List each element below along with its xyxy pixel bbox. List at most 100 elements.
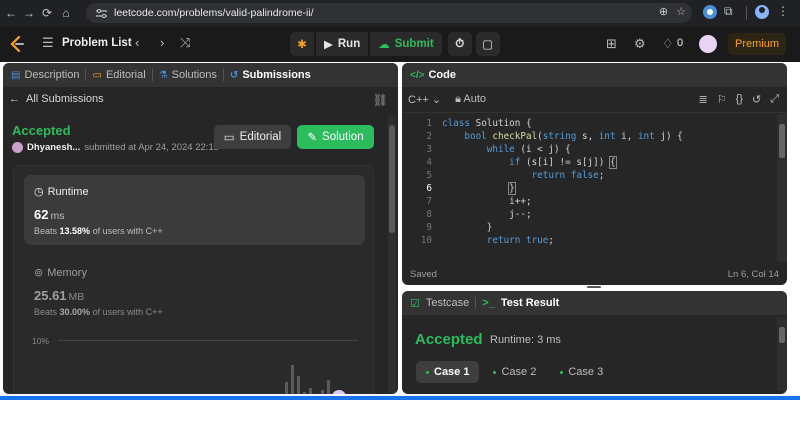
code-line: } — [442, 222, 493, 233]
terminal-icon: >_ — [482, 297, 495, 309]
language-label: C++ — [408, 94, 429, 106]
format-icon[interactable]: ≣ — [699, 93, 708, 106]
profile-avatar-icon[interactable] — [754, 4, 770, 20]
timer-icon[interactable]: ⏱ — [447, 32, 472, 56]
user-avatar[interactable] — [699, 35, 717, 53]
tab-divider — [151, 69, 153, 81]
browser-toolbar: ← → ⟳ ⌂ leetcode.com/problems/valid-pali… — [0, 0, 800, 26]
book-icon: ▭ — [92, 69, 102, 81]
braces-icon[interactable]: {} — [736, 93, 743, 106]
run-button[interactable]: ▶ Run — [316, 32, 369, 56]
language-select[interactable]: C++ ⌄ — [408, 93, 441, 106]
avatar[interactable] — [12, 142, 23, 153]
clock-icon: ◷ — [34, 186, 44, 198]
leetcode-logo-icon[interactable] — [8, 35, 26, 53]
code-line: i++; — [442, 196, 532, 207]
forward-icon[interactable]: → — [20, 4, 38, 22]
line-number: 8 — [426, 209, 432, 220]
share-link-icon[interactable]: ⛓ — [373, 93, 388, 107]
premium-button[interactable]: Premium — [728, 33, 786, 55]
solution-button[interactable]: ✎ Solution — [297, 125, 374, 149]
memory-value: 25.61 MB — [34, 288, 84, 303]
next-problem-icon[interactable]: › — [160, 35, 164, 50]
shuffle-icon[interactable]: ⤨ — [180, 35, 190, 51]
problem-list-link[interactable]: Problem List — [62, 37, 132, 49]
tab-testcase[interactable]: Testcase — [426, 297, 469, 309]
prev-problem-icon[interactable]: ‹ — [135, 35, 139, 50]
code-line: return true; — [486, 235, 554, 246]
histogram-bar — [291, 365, 294, 394]
code-editor[interactable]: 1 2 3 4 5 6 7 8 9 10 class Solution { bool checkP… — [402, 114, 787, 264]
code-line: bool checkPal(string s, int i, int j) { — [464, 131, 683, 142]
editor-status-bar: Saved Ln 6, Col 14 — [402, 264, 787, 285]
checkbox-icon: ☑ — [410, 297, 420, 310]
scrollbar[interactable] — [777, 114, 787, 262]
address-bar[interactable]: leetcode.com/problems/valid-palindrome-i… — [86, 3, 692, 23]
streak-flame-icon[interactable]: ♢ — [662, 36, 674, 52]
scrollbar-thumb[interactable] — [389, 125, 395, 233]
case-label: Case 2 — [501, 366, 537, 378]
code-line: class Solution { — [442, 118, 532, 129]
scrollbar[interactable] — [777, 317, 787, 391]
problem-list-icon[interactable]: ☰ — [42, 36, 56, 50]
home-icon[interactable]: ⌂ — [57, 4, 75, 22]
tab-description[interactable]: ▤ Description — [11, 69, 79, 81]
extension-icon[interactable] — [702, 4, 718, 20]
line-number: 4 — [426, 157, 432, 168]
result-status: Accepted — [415, 331, 483, 348]
runtime-card[interactable]: ◷ Runtime 62 ms Beats 13.58% of users wit… — [24, 175, 365, 245]
code-line: j--; — [442, 209, 532, 220]
case-tab[interactable]: Case 3 — [550, 361, 613, 383]
fullscreen-icon[interactable]: ⤢ — [770, 93, 779, 106]
all-submissions-label: All Submissions — [26, 93, 104, 105]
tab-editorial[interactable]: ▭ Editorial — [92, 69, 145, 81]
distribution-histogram — [285, 361, 335, 394]
case-label: Case 1 — [434, 366, 470, 378]
bookmark-star-icon[interactable]: ☆ — [676, 5, 686, 18]
kebab-menu-icon[interactable]: ⋮ — [777, 4, 789, 18]
line-number: 2 — [426, 131, 432, 142]
debug-icon[interactable]: ✱ — [290, 32, 314, 56]
username[interactable]: Dhyanesh... — [27, 142, 80, 153]
layout-grid-icon[interactable]: ⊞ — [606, 36, 617, 52]
reset-icon[interactable]: ↺ — [752, 93, 761, 106]
all-submissions-link[interactable]: ← All Submissions — [9, 93, 104, 105]
tab-editorial-label: Editorial — [105, 69, 146, 81]
site-info-icon[interactable] — [92, 3, 110, 23]
saved-status: Saved — [410, 269, 437, 280]
case-tab[interactable]: Case 2 — [483, 361, 546, 383]
result-panel: ☑ Testcase >_ Test Result Accepted Runti… — [402, 291, 787, 394]
mode-select[interactable]: 🔒︎ Auto — [455, 93, 486, 106]
zoom-icon[interactable]: ⊕ — [659, 5, 668, 18]
tab-solutions[interactable]: ⚗ Solutions — [159, 69, 217, 81]
settings-gear-icon[interactable]: ⚙ — [634, 36, 646, 52]
scrollbar-thumb[interactable] — [779, 327, 785, 343]
notes-icon[interactable]: ▢ — [475, 32, 500, 56]
memory-title[interactable]: ⊚ Memory — [34, 266, 87, 280]
case-tab[interactable]: Case 1 — [416, 361, 480, 383]
cloud-upload-icon: ☁ — [378, 39, 390, 51]
submit-button[interactable]: ☁ Submit — [370, 32, 442, 56]
result-tabbar: ☑ Testcase >_ Test Result — [402, 291, 787, 315]
tab-test-result[interactable]: Test Result — [501, 297, 559, 309]
run-submit-group: ✱ ▶ Run ☁ Submit ⏱ ▢ — [290, 31, 500, 57]
performance-stats: ◷ Runtime 62 ms Beats 13.58% of users wit… — [13, 165, 374, 394]
flask-icon: ⚗ — [158, 69, 168, 81]
panel-resize-handle[interactable] — [587, 286, 601, 288]
memory-beats-pct: 30.00% — [59, 307, 91, 317]
cursor-position: Ln 6, Col 14 — [727, 269, 779, 280]
extensions-puzzle-icon[interactable]: ⧉ — [724, 4, 733, 19]
result-runtime: Runtime: 3 ms — [490, 334, 561, 346]
tab-submissions-label: Submissions — [242, 69, 311, 81]
histogram-bar — [309, 388, 312, 394]
bookmark-icon[interactable]: ⚐ — [717, 93, 727, 106]
scrollbar-thumb[interactable] — [779, 124, 785, 158]
histogram-bar — [297, 376, 300, 394]
reload-icon[interactable]: ⟳ — [38, 4, 56, 22]
back-icon[interactable]: ← — [2, 4, 20, 22]
scrollbar[interactable] — [388, 115, 396, 393]
histogram-bar — [327, 380, 330, 394]
tab-divider — [85, 69, 87, 81]
editorial-button[interactable]: ▭ Editorial — [214, 125, 291, 149]
tab-submissions[interactable]: ↺ Submissions — [230, 69, 311, 81]
